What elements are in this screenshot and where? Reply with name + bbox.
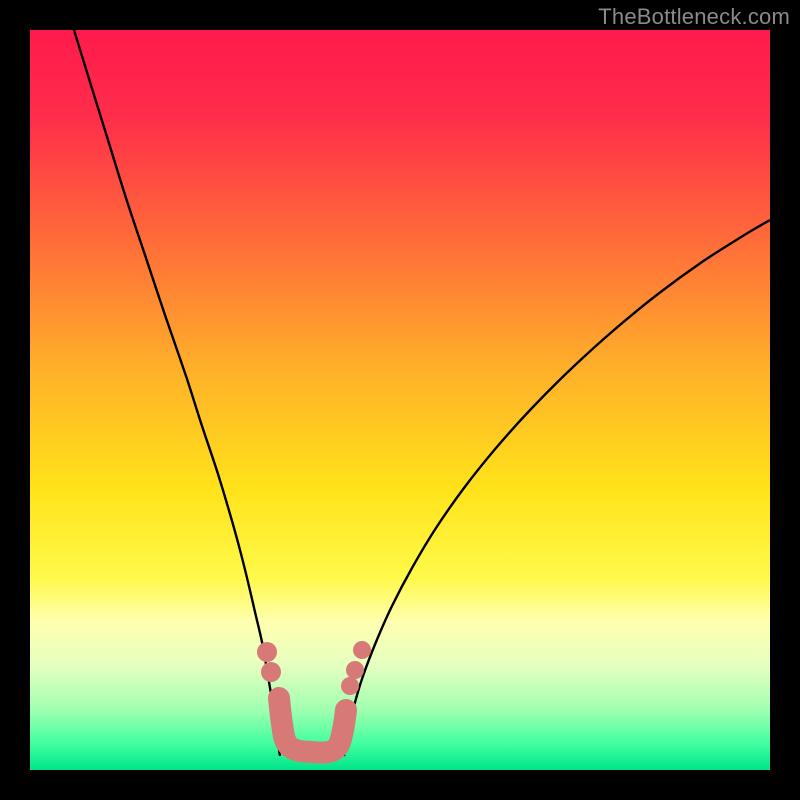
- left-upper-dot: [257, 642, 277, 662]
- right-dot-3: [353, 641, 371, 659]
- right-curve: [344, 220, 770, 756]
- right-dot-1: [341, 677, 359, 695]
- curves-layer: [30, 30, 770, 770]
- left-curve: [74, 30, 280, 756]
- right-dot-2: [346, 661, 364, 679]
- bottom-connector: [279, 698, 346, 753]
- outer-frame: TheBottleneck.com: [0, 0, 800, 800]
- left-lower-dot: [261, 662, 281, 682]
- watermark-text: TheBottleneck.com: [598, 4, 790, 30]
- data-markers: [257, 641, 371, 695]
- plot-area: [30, 30, 770, 770]
